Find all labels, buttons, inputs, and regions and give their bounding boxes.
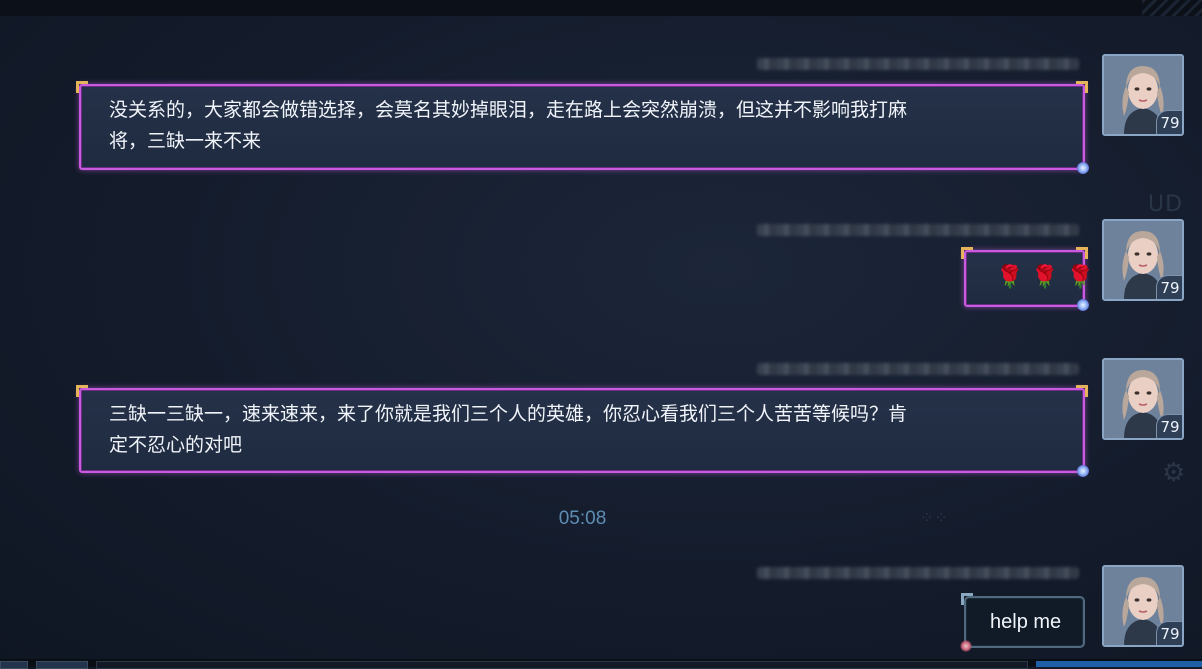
message-text: help me xyxy=(990,611,1062,633)
bubble-gem-icon xyxy=(1077,162,1089,174)
emoji-button[interactable] xyxy=(36,661,88,669)
bubble-gem-icon xyxy=(960,640,972,652)
bubble-corner-ornament xyxy=(961,593,973,605)
avatar[interactable]: 79 xyxy=(1102,565,1184,647)
chat-bubble: 没关系的，大家都会做错选择，会莫名其妙掉眼泪，走在路上会突然崩溃，但这并不影响我… xyxy=(76,81,1089,174)
chat-bubble: 🌹 🌹 🌹 xyxy=(961,247,1094,311)
bubble-gem-icon xyxy=(1077,465,1089,477)
bubble-corner-ornament xyxy=(1076,247,1088,259)
avatar[interactable]: 79 xyxy=(1102,219,1184,301)
rose-icon: 🌹 xyxy=(1031,265,1059,290)
bubble-corner-ornament xyxy=(1076,385,1088,397)
message-text: 没关系的，大家都会做错选择，会莫名其妙掉眼泪，走在路上会突然崩溃，但这并不影响我… xyxy=(109,99,908,152)
bubble-gem-icon xyxy=(1077,299,1089,311)
chat-input[interactable] xyxy=(96,661,1028,669)
chat-bubble: help me xyxy=(960,593,1085,652)
sender-name-blurred xyxy=(757,224,1079,236)
send-button[interactable] xyxy=(1036,661,1202,667)
level-badge: 79 xyxy=(1156,275,1182,299)
avatar[interactable]: 79 xyxy=(1102,54,1184,136)
avatar[interactable]: 79 xyxy=(1102,358,1184,440)
top-bar xyxy=(0,0,1202,16)
message-text: 三缺一三缺一，速来速来，来了你就是我们三个人的英雄，你忍心看我们三个人苦苦等候吗… xyxy=(109,403,908,456)
emoji-row: 🌹 🌹 🌹 xyxy=(996,267,1094,289)
sender-name-blurred xyxy=(757,58,1079,70)
rose-icon: 🌹 xyxy=(1066,265,1095,290)
background-gear-icon: ⚙ xyxy=(1162,458,1187,488)
sender-name-blurred xyxy=(757,567,1079,579)
bubble-corner-ornament xyxy=(1076,81,1088,93)
level-badge: 79 xyxy=(1156,110,1182,134)
rose-icon: 🌹 xyxy=(996,265,1024,290)
background-decoration: UD xyxy=(1148,192,1184,217)
level-badge: 79 xyxy=(1156,414,1182,438)
voice-button[interactable] xyxy=(0,661,28,669)
bubble-corner-ornament xyxy=(76,385,88,397)
sender-name-blurred xyxy=(757,363,1079,375)
chat-bubble: 三缺一三缺一，速来速来，来了你就是我们三个人的英雄，你忍心看我们三个人苦苦等候吗… xyxy=(76,385,1089,477)
bubble-corner-ornament xyxy=(961,247,973,259)
bubble-corner-ornament xyxy=(76,81,88,93)
top-bar-decoration xyxy=(1142,0,1202,16)
chat-timestamp: 05:08 xyxy=(558,508,607,529)
level-badge: 79 xyxy=(1156,621,1182,645)
